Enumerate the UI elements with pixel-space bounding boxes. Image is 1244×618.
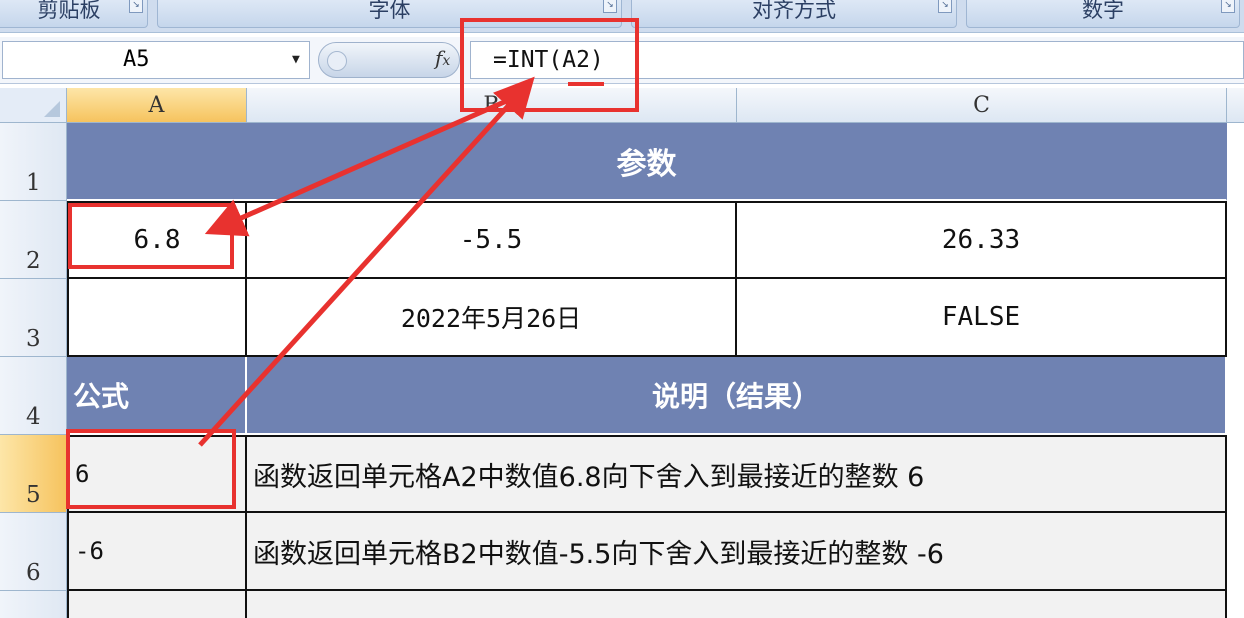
select-all-corner[interactable] [0,88,67,123]
dialog-launcher-icon[interactable]: ↘ [1221,0,1235,13]
ribbon-group-number[interactable]: 数字 ↘ [966,0,1240,28]
cell-b4-header[interactable]: 说明（结果） [247,357,1227,435]
cell-a3[interactable] [67,279,247,357]
formula-text: =INT(A2) [493,47,604,73]
ribbon-group-font[interactable]: 字体 ↘ [157,0,622,28]
ribbon-group-label: 对齐方式 [752,0,836,22]
ribbon-group-label: 字体 [368,0,411,22]
cell-b5[interactable]: 函数返回单元格A2中数值6.8向下舍入到最接近的整数 6 [247,435,1227,513]
row-number: 1 [26,170,41,196]
column-header-b[interactable]: B [247,88,737,123]
cell-a2[interactable]: 6.8 [67,201,247,279]
splitter-knob[interactable] [327,51,347,71]
row-header-5[interactable]: 5 [0,435,67,513]
column-header-a[interactable]: A [67,88,247,123]
row-header-3[interactable]: 3 [0,279,67,357]
select-all-icon [44,101,60,117]
ribbon-group-label: 剪贴板 [37,0,101,22]
column-header-c[interactable]: C [737,88,1227,123]
row-header-7[interactable] [0,591,67,618]
dialog-launcher-icon[interactable]: ↘ [129,0,143,13]
cell-b6[interactable]: 函数返回单元格B2中数值-5.5向下舍入到最接近的整数 -6 [247,513,1227,591]
ribbon-group-label: 数字 [1082,0,1124,22]
cell-a7[interactable] [67,591,247,618]
cell-b7[interactable] [247,591,1227,618]
cell-b3[interactable]: 2022年5月26日 [247,279,737,357]
row-header-4[interactable]: 4 [0,357,67,435]
cell-a4-header[interactable]: 公式 [67,357,247,435]
formula-input[interactable]: =INT(A2) [470,41,1244,79]
row-header-1[interactable]: 1 [0,123,67,201]
ribbon-group-clipboard[interactable]: 剪贴板 ↘ [0,0,148,28]
cell-b2[interactable]: -5.5 [247,201,737,279]
cell-a5-selected[interactable]: 6 [67,435,247,513]
row-number: 3 [26,326,41,352]
row-number: 4 [26,404,41,430]
name-box[interactable]: A5 ▼ [2,41,310,79]
column-header-d[interactable] [1227,88,1244,123]
ribbon-group-alignment[interactable]: 对齐方式 ↘ [631,0,957,28]
formula-bar-splitter[interactable]: fx [318,42,460,78]
row-number: 2 [26,248,41,274]
ribbon: 剪贴板 ↘ 字体 ↘ 对齐方式 ↘ 数字 ↘ [0,0,1244,33]
cell-a1-header[interactable]: 参数 [67,123,1227,201]
fx-icon[interactable]: fx [435,46,450,70]
row-header-2[interactable]: 2 [0,201,67,279]
row-number: 6 [26,560,41,586]
row-number: 5 [26,482,41,508]
chevron-down-icon[interactable]: ▼ [292,42,300,78]
dialog-launcher-icon[interactable]: ↘ [938,0,952,13]
row-header-6[interactable]: 6 [0,513,67,591]
cell-a6[interactable]: -6 [67,513,247,591]
cell-c3[interactable]: FALSE [737,279,1227,357]
cell-c2[interactable]: 26.33 [737,201,1227,279]
name-box-value: A5 [123,47,150,72]
dialog-launcher-icon[interactable]: ↘ [603,0,617,13]
